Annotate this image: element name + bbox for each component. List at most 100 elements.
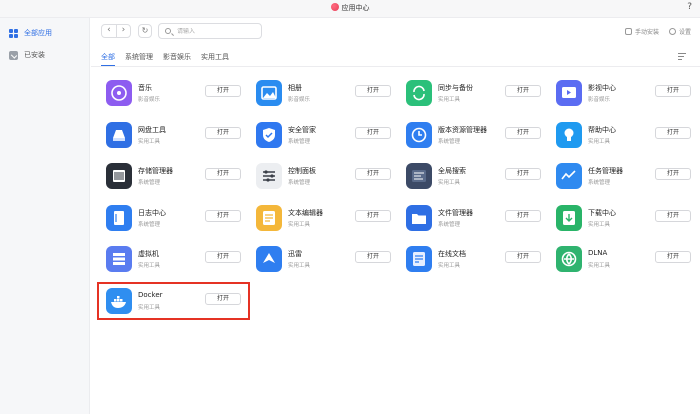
category-tabs: 全部 系统管理 影音娱乐 实用工具 <box>101 52 239 66</box>
document-icon <box>406 246 432 272</box>
app-card-thunder[interactable]: 迅雷 实用工具 打开 <box>249 242 399 278</box>
filter-icon[interactable] <box>678 53 686 60</box>
tab-media[interactable]: 影音娱乐 <box>163 52 191 66</box>
forward-button[interactable]: › <box>115 25 130 37</box>
app-card-folder[interactable]: 文件管理器 系统管理 打开 <box>399 201 549 237</box>
app-card-text-editor[interactable]: 文本编辑器 实用工具 打开 <box>249 201 399 237</box>
search-box[interactable] <box>158 23 262 39</box>
app-category: 系统管理 <box>588 180 611 186</box>
app-name: 文件管理器 <box>438 209 473 217</box>
app-card-cloud-drive[interactable]: 网盘工具 实用工具 打开 <box>99 118 249 154</box>
download-icon <box>9 50 18 60</box>
manual-install-button[interactable]: 手动安装 <box>625 27 659 36</box>
app-card-help-bulb[interactable]: 帮助中心 实用工具 打开 <box>549 118 699 154</box>
app-name: 版本资源管理器 <box>438 126 487 134</box>
app-category: 实用工具 <box>138 139 161 145</box>
open-button[interactable]: 打开 <box>655 127 691 139</box>
tab-all[interactable]: 全部 <box>101 52 115 66</box>
sidebar-item-installed[interactable]: 已安装 <box>0 45 90 65</box>
sidebar: 全部应用 已安装 <box>0 18 90 414</box>
open-button[interactable]: 打开 <box>205 127 241 139</box>
photo-icon <box>256 80 282 106</box>
tabs-divider <box>91 66 700 67</box>
app-name: DLNA <box>588 249 608 257</box>
app-card-photo[interactable]: 相册 影音娱乐 打开 <box>249 76 399 112</box>
storage-icon <box>106 163 132 189</box>
open-button[interactable]: 打开 <box>205 85 241 97</box>
open-button[interactable]: 打开 <box>355 127 391 139</box>
app-card-video[interactable]: 影视中心 影音娱乐 打开 <box>549 76 699 112</box>
app-card-version[interactable]: 版本资源管理器 系统管理 打开 <box>399 118 549 154</box>
app-category: 影音娱乐 <box>588 97 611 103</box>
app-card-storage[interactable]: 存储管理器 系统管理 打开 <box>99 159 249 195</box>
download-app-icon <box>556 205 582 231</box>
app-category: 实用工具 <box>588 263 611 269</box>
app-category: 实用工具 <box>138 263 161 269</box>
search-input[interactable] <box>177 27 257 35</box>
log-icon <box>106 205 132 231</box>
app-name: 帮助中心 <box>588 126 616 134</box>
back-button[interactable]: ‹ <box>102 25 116 37</box>
open-button[interactable]: 打开 <box>505 168 541 180</box>
app-name: 任务管理器 <box>588 167 623 175</box>
open-button[interactable]: 打开 <box>655 210 691 222</box>
app-category: 系统管理 <box>288 180 311 186</box>
open-button[interactable]: 打开 <box>655 251 691 263</box>
app-card-music[interactable]: 音乐 影音娱乐 打开 <box>99 76 249 112</box>
settings-button[interactable]: 设置 <box>669 27 691 36</box>
text-editor-icon <box>256 205 282 231</box>
app-category: 实用工具 <box>438 97 461 103</box>
app-card-document[interactable]: 在线文档 实用工具 打开 <box>399 242 549 278</box>
app-card-dlna[interactable]: DLNA 实用工具 打开 <box>549 242 699 278</box>
title-bar: 应用中心 ? <box>0 0 700 18</box>
music-icon <box>106 80 132 106</box>
app-card-search-panel[interactable]: 全局搜索 实用工具 打开 <box>399 159 549 195</box>
open-button[interactable]: 打开 <box>505 85 541 97</box>
history-nav: ‹ › <box>101 24 131 38</box>
open-button[interactable]: 打开 <box>205 168 241 180</box>
app-card-download-app[interactable]: 下载中心 实用工具 打开 <box>549 201 699 237</box>
tab-system[interactable]: 系统管理 <box>125 52 153 66</box>
open-button[interactable]: 打开 <box>355 85 391 97</box>
docker-highlight-box <box>97 282 250 320</box>
app-category: 实用工具 <box>438 180 461 186</box>
chart-icon <box>556 163 582 189</box>
open-button[interactable]: 打开 <box>355 210 391 222</box>
app-name: 存储管理器 <box>138 167 173 175</box>
shield-icon <box>256 122 282 148</box>
app-card-sync[interactable]: 同步与备份 实用工具 打开 <box>399 76 549 112</box>
app-name: 下载中心 <box>588 209 616 217</box>
app-card-log[interactable]: 日志中心 系统管理 打开 <box>99 201 249 237</box>
help-button[interactable]: ? <box>687 2 692 12</box>
app-name: 文本编辑器 <box>288 209 323 217</box>
open-button[interactable]: 打开 <box>655 85 691 97</box>
open-button[interactable]: 打开 <box>355 168 391 180</box>
open-button[interactable]: 打开 <box>505 251 541 263</box>
open-button[interactable]: 打开 <box>655 168 691 180</box>
app-card-sliders[interactable]: 控制面板 系统管理 打开 <box>249 159 399 195</box>
open-button[interactable]: 打开 <box>505 127 541 139</box>
open-button[interactable]: 打开 <box>205 251 241 263</box>
sidebar-item-all-apps[interactable]: 全部应用 <box>0 23 90 43</box>
install-package-icon <box>625 28 632 35</box>
manual-install-label: 手动安装 <box>635 29 660 36</box>
app-name: 控制面板 <box>288 167 316 175</box>
open-button[interactable]: 打开 <box>205 210 241 222</box>
app-card-shield[interactable]: 安全管家 系统管理 打开 <box>249 118 399 154</box>
app-center-logo-icon <box>330 3 339 11</box>
app-name: 同步与备份 <box>438 84 473 92</box>
thunder-icon <box>256 246 282 272</box>
folder-icon <box>406 205 432 231</box>
settings-label: 设置 <box>679 29 692 36</box>
tab-tools[interactable]: 实用工具 <box>201 52 229 66</box>
app-card-vm[interactable]: 虚拟机 实用工具 打开 <box>99 242 249 278</box>
app-category: 实用工具 <box>588 139 611 145</box>
open-button[interactable]: 打开 <box>505 210 541 222</box>
open-button[interactable]: 打开 <box>355 251 391 263</box>
app-category: 影音娱乐 <box>138 97 161 103</box>
search-panel-icon <box>406 163 432 189</box>
refresh-button[interactable]: ↻ <box>138 24 152 38</box>
app-card-chart[interactable]: 任务管理器 系统管理 打开 <box>549 159 699 195</box>
app-name: 日志中心 <box>138 209 166 217</box>
grid-icon <box>9 28 18 38</box>
